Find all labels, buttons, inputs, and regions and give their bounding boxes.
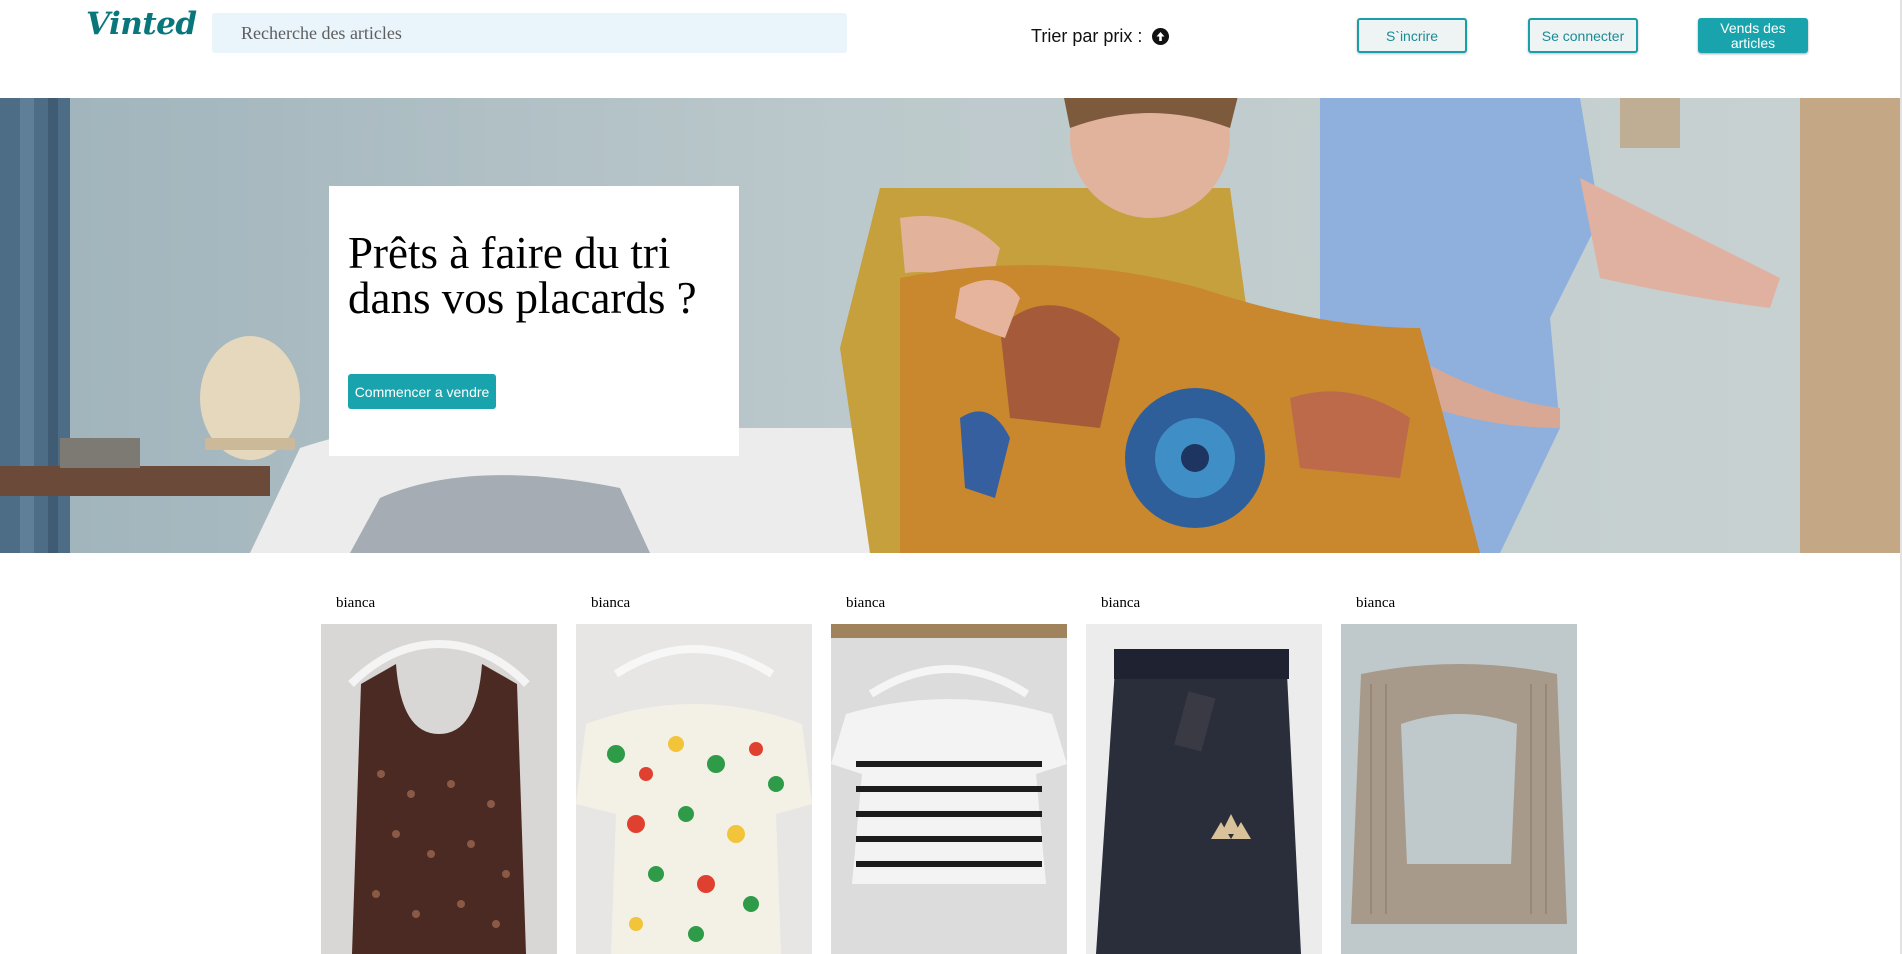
signup-button[interactable]: S`incrire — [1357, 18, 1467, 53]
hero-callout: Prêts à faire du tri dans vos placards ?… — [329, 186, 739, 456]
hero-image — [0, 98, 1900, 553]
vinted-logo[interactable]: Vinted — [86, 6, 197, 42]
login-button[interactable]: Se connecter — [1528, 18, 1638, 53]
seller-name[interactable]: bianca — [1101, 595, 1140, 612]
seller-name[interactable]: bianca — [336, 595, 375, 612]
sort-label: Trier par prix : — [1031, 26, 1143, 46]
product-image[interactable] — [321, 624, 557, 954]
seller-name[interactable]: bianca — [846, 595, 885, 612]
start-selling-button[interactable]: Commencer a vendre — [348, 374, 496, 409]
product-image[interactable] — [831, 624, 1067, 954]
sort-by-price[interactable]: Trier par prix : — [1031, 26, 1170, 47]
sell-items-button[interactable]: Vends des articles — [1698, 18, 1808, 53]
seller-name[interactable]: bianca — [591, 595, 630, 612]
top-navbar: Vinted Trier par prix : S`incrire Se con… — [0, 0, 1902, 98]
arrow-up-circle-icon[interactable] — [1152, 28, 1170, 45]
search-input[interactable] — [212, 13, 847, 53]
product-image[interactable] — [1341, 624, 1577, 954]
product-image[interactable] — [1086, 624, 1322, 954]
product-image[interactable] — [576, 624, 812, 954]
hero-banner: Prêts à faire du tri dans vos placards ?… — [0, 98, 1900, 553]
seller-name[interactable]: bianca — [1356, 595, 1395, 612]
hero-title: Prêts à faire du tri dans vos placards ? — [348, 228, 697, 323]
